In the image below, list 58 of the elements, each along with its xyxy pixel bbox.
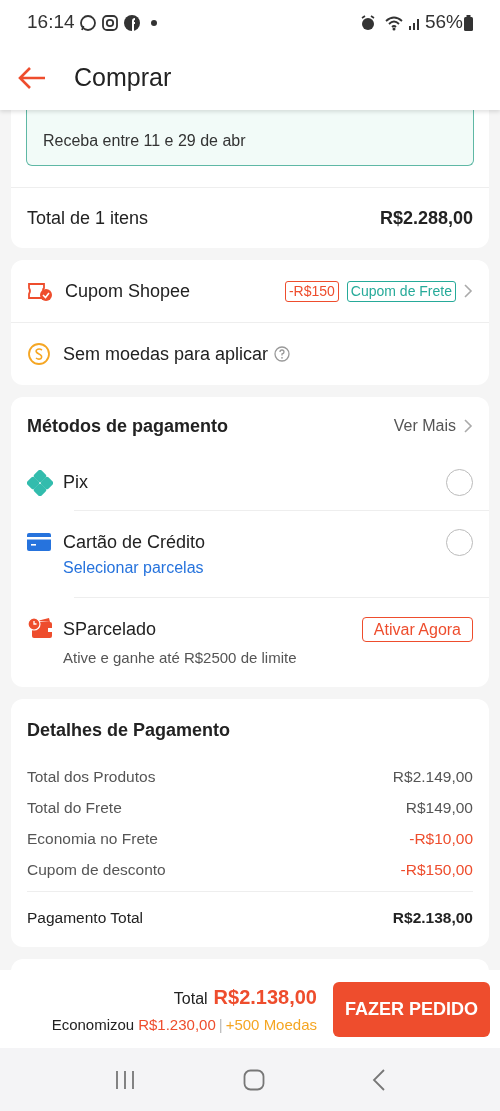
detail-total-label: Pagamento Total: [27, 907, 144, 928]
savings-value: R$1.230,00: [138, 1014, 216, 1035]
detail-value: R$149,00: [405, 797, 473, 818]
savings-label: Economizou: [51, 1014, 135, 1035]
social-icon: [122, 13, 141, 32]
see-more-link[interactable]: Ver Mais: [393, 414, 473, 438]
section-title: Detalhes de Pagamento: [27, 718, 231, 742]
detail-value: -R$10,00: [409, 828, 473, 849]
wallet-clock-icon: [27, 617, 53, 641]
coin-icon: [27, 342, 51, 366]
wifi-icon: [383, 14, 404, 31]
items-total-label: Total de 1 itens: [27, 206, 149, 230]
detail-value: R$2.149,00: [392, 766, 473, 787]
separator: |: [218, 1014, 223, 1035]
coins-bonus: +500 Moedas: [225, 1014, 317, 1035]
help-icon[interactable]: [274, 346, 291, 362]
camera-icon: [100, 13, 119, 32]
coupon-tag: Cupom de Frete: [346, 280, 456, 302]
back-arrow-icon[interactable]: [17, 65, 47, 90]
coupon-label: Cupom Shopee: [65, 279, 191, 303]
ticket-icon: [27, 280, 53, 302]
chevron-right-icon[interactable]: [463, 283, 473, 299]
installments-link[interactable]: Selecionar parcelas: [63, 559, 204, 576]
back-icon[interactable]: [372, 1067, 387, 1092]
activate-button[interactable]: Ativar Agora: [361, 616, 473, 642]
detail-label: Total dos Produtos: [27, 766, 156, 787]
footer-total-value: R$2.138,00: [213, 984, 317, 1010]
footer-total-label: Total: [173, 988, 208, 1009]
recents-icon[interactable]: [113, 1069, 136, 1090]
delivery-estimate: Receba entre 11 e 29 de abr: [43, 131, 246, 151]
items-total-value: R$2.288,00: [379, 206, 473, 230]
radio-button[interactable]: [446, 528, 473, 556]
payment-method-name: SParcelado: [63, 617, 157, 641]
page-title: Comprar: [74, 61, 172, 93]
detail-label: Economia no Frete: [27, 828, 158, 849]
detail-value: -R$150,00: [400, 859, 473, 880]
battery-icon: [464, 14, 473, 31]
pix-icon: [27, 469, 53, 496]
section-title: Métodos de pagamento: [27, 414, 228, 438]
detail-label: Cupom de desconto: [27, 859, 166, 880]
payment-method-name: Cartão de Crédito: [63, 530, 206, 554]
payment-method-name: Pix: [63, 471, 88, 494]
status-time: 16:14: [27, 10, 75, 35]
place-order-button[interactable]: FAZER PEDIDO: [333, 981, 490, 1037]
dot-icon: [150, 19, 157, 26]
detail-label: Total do Frete: [27, 797, 122, 818]
coupon-tag: -R$150: [284, 280, 339, 302]
battery-percent: 56%: [424, 10, 463, 35]
credit-card-icon: [27, 533, 51, 551]
method-subtitle: Ative e ganhe até R$2500 de limite: [63, 649, 297, 666]
home-icon[interactable]: [243, 1068, 265, 1091]
radio-button[interactable]: [446, 469, 473, 496]
chevron-right-icon: [463, 418, 473, 434]
detail-total-value: R$2.138,00: [392, 907, 473, 928]
alarm-icon: [359, 14, 376, 31]
coins-label: Sem moedas para aplicar: [63, 342, 269, 366]
chat-icon: [78, 13, 97, 32]
shipping-box[interactable]: Receba entre 11 e 29 de abr: [26, 110, 474, 166]
